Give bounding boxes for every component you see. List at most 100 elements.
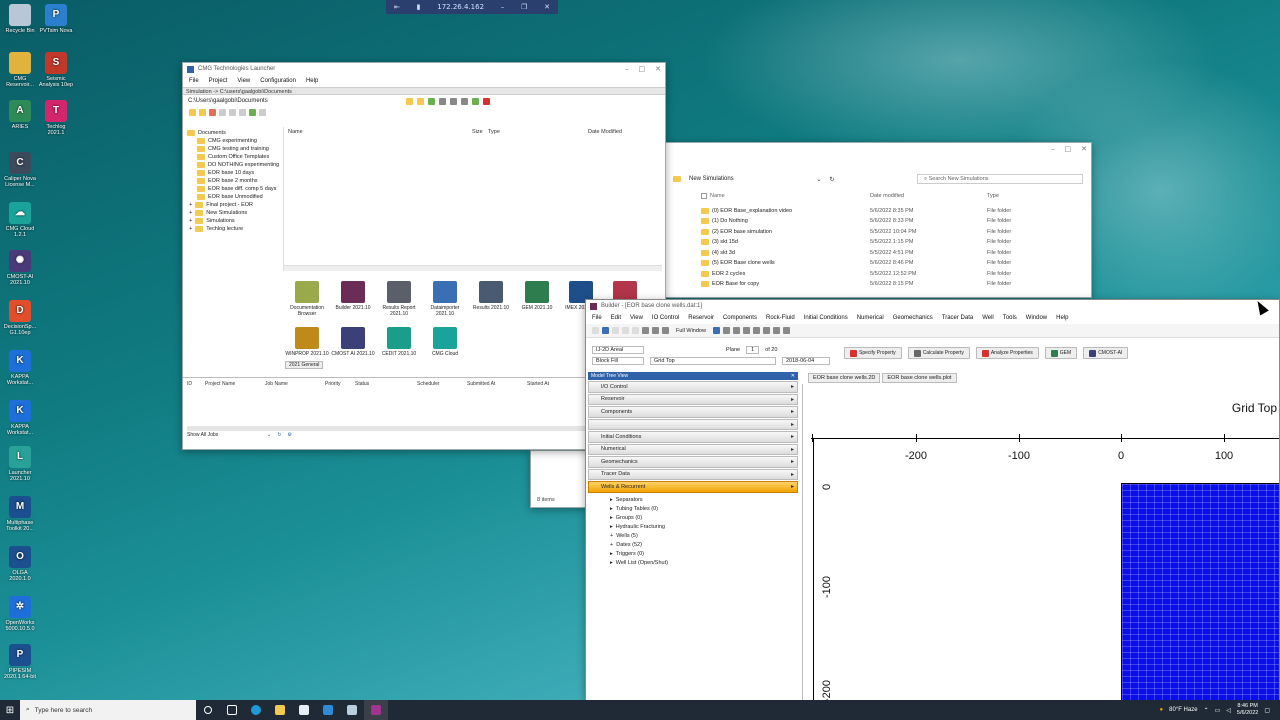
desktop-icon[interactable]: D DecisionSp... G1.10ep bbox=[2, 300, 38, 336]
header-date[interactable]: Date modified bbox=[870, 193, 987, 199]
menu-initial-conditions[interactable]: Initial Conditions bbox=[804, 315, 848, 321]
tree-item[interactable]: EOR base Unmodified bbox=[187, 193, 283, 201]
tree-item[interactable]: ▸ Well List (Open/Shut) bbox=[588, 559, 798, 568]
grid-icon[interactable] bbox=[712, 327, 720, 334]
task-view-button[interactable] bbox=[220, 700, 244, 720]
tree-item[interactable]: DO NOTHING experimenting bbox=[187, 161, 283, 169]
paste-icon[interactable] bbox=[632, 327, 639, 334]
tree-item[interactable]: EOR base 2 months bbox=[187, 177, 283, 185]
tree-item[interactable]: EOR base 10 days bbox=[187, 169, 283, 177]
view-mode-select[interactable]: IJ-2D Areal bbox=[592, 346, 644, 354]
zoom-in-icon[interactable] bbox=[722, 327, 730, 334]
window-controls[interactable]: – □ ✕ bbox=[1051, 145, 1087, 153]
desktop-icon[interactable]: S Seismic Analysis 10ep bbox=[38, 52, 74, 88]
close-icon[interactable]: ✕ bbox=[544, 3, 550, 11]
col-type[interactable]: Type bbox=[488, 129, 588, 135]
app-cmg-cloud[interactable]: CMG Cloud bbox=[423, 327, 467, 357]
search-input[interactable]: ⌕ Search New Simulations bbox=[917, 174, 1083, 184]
header-name[interactable]: Name bbox=[665, 193, 870, 200]
gem-button[interactable]: GEM bbox=[1044, 347, 1078, 359]
tree-item[interactable]: EOR base diff. comp 5 days bbox=[187, 185, 283, 193]
volume-icon[interactable]: ◁ bbox=[1226, 707, 1231, 714]
desktop-icon[interactable]: M Multiphase Toolkit 20... bbox=[2, 496, 38, 532]
menu-components[interactable]: Components bbox=[723, 315, 757, 321]
expand-icon[interactable]: + bbox=[189, 201, 192, 209]
app-documentation-browser[interactable]: Documentation Browser bbox=[285, 281, 329, 317]
desktop-icon[interactable]: L Launcher 2021.10 bbox=[2, 446, 38, 482]
builder-taskbar-button[interactable] bbox=[364, 700, 388, 720]
builder-window[interactable]: Builder - [EOR base clone wells.dat:1] F… bbox=[585, 299, 1280, 701]
new-folder-icon[interactable] bbox=[417, 97, 424, 105]
list-item[interactable]: (4) skt 3d 5/5/2022 4:51 PM File folder bbox=[665, 248, 1091, 259]
tree-item[interactable]: ▸ Triggers (0) bbox=[588, 550, 798, 559]
app-cmost-ai[interactable]: CMOST AI 2021.10 bbox=[331, 327, 375, 357]
menu-rock-fluid[interactable]: Rock-Fluid bbox=[766, 315, 795, 321]
col-submitted-at[interactable]: Submitted At bbox=[467, 381, 527, 387]
app-dataimporter[interactable]: Dataimporter 2021.10 bbox=[423, 281, 467, 317]
zoom-fit-icon[interactable] bbox=[742, 327, 750, 334]
launcher-titlebar[interactable]: CMG Technologies Launcher – □ ✕ bbox=[183, 63, 665, 75]
weather-text[interactable]: 80°F Haze bbox=[1169, 707, 1197, 713]
section-initial-conditions[interactable]: Initial Conditions bbox=[588, 431, 798, 443]
cmost-ai-button[interactable]: CMOST-AI bbox=[1083, 347, 1129, 359]
menu-geomechanics[interactable]: Geomechanics bbox=[893, 315, 933, 321]
tree-item[interactable]: Custom Office Templates bbox=[187, 153, 283, 161]
col-started-at[interactable]: Started At bbox=[527, 381, 549, 387]
menu-help[interactable]: Help bbox=[1056, 315, 1068, 321]
specify-property-button[interactable]: Specify Property bbox=[844, 347, 902, 359]
launcher-taskbar-button[interactable] bbox=[340, 700, 364, 720]
analyze-properties-button[interactable]: Analyze Properties bbox=[975, 347, 1039, 359]
select-all-checkbox[interactable] bbox=[701, 193, 707, 200]
mail-button[interactable] bbox=[316, 700, 340, 720]
menu-project[interactable]: Project bbox=[209, 78, 228, 84]
col-scheduler[interactable]: Scheduler bbox=[417, 381, 467, 387]
clock[interactable]: 8:46 PM 5/6/2022 bbox=[1237, 703, 1258, 717]
desktop-icon[interactable]: P PIPESIM 2020.1 64-bit bbox=[2, 644, 38, 680]
col-date[interactable]: Date Modified bbox=[588, 129, 622, 135]
maximize-icon[interactable]: □ bbox=[1065, 145, 1072, 153]
property-select[interactable]: Grid Top bbox=[650, 357, 776, 365]
expand-icon[interactable]: + bbox=[189, 225, 192, 233]
tree-item[interactable]: + Techlog lecture bbox=[187, 225, 283, 233]
app-results[interactable]: Results 2021.10 bbox=[469, 281, 513, 311]
background-window[interactable]: 8 items bbox=[530, 450, 588, 508]
edge-button[interactable] bbox=[244, 700, 268, 720]
open-folder-icon[interactable] bbox=[406, 97, 413, 105]
taskbar-search[interactable]: ⌕ Type here to search bbox=[20, 700, 196, 720]
col-priority[interactable]: Priority bbox=[325, 381, 355, 387]
desktop-icon[interactable]: C Caliper Nova License M... bbox=[2, 152, 38, 188]
new-file-icon[interactable] bbox=[592, 327, 599, 334]
col-id[interactable]: ID bbox=[187, 381, 205, 387]
store-button[interactable] bbox=[292, 700, 316, 720]
cut-icon[interactable] bbox=[612, 327, 619, 334]
app-gem[interactable]: GEM 2021.10 bbox=[515, 281, 559, 311]
copy-icon[interactable] bbox=[622, 327, 629, 334]
section-tracer-data[interactable]: Tracer Data bbox=[588, 468, 798, 480]
select-icon[interactable] bbox=[762, 327, 770, 334]
tree-item[interactable]: ▸ Tubing Tables (0) bbox=[588, 505, 798, 514]
folder-icon[interactable] bbox=[199, 109, 206, 116]
close-icon[interactable]: ✕ bbox=[791, 373, 795, 379]
settings-icon[interactable] bbox=[259, 109, 266, 116]
pan-icon[interactable] bbox=[662, 327, 669, 334]
well-icon[interactable] bbox=[782, 327, 790, 334]
folder-up-icon[interactable] bbox=[189, 109, 196, 116]
file-explorer-window[interactable]: – □ ✕ New Simulations ⌄ ↻ ⌕ Search New Sim… bbox=[664, 142, 1092, 298]
section-io-control[interactable]: I/O Control bbox=[588, 381, 798, 393]
tree-item[interactable]: ▸ Groups (0) bbox=[588, 514, 798, 523]
close-icon[interactable]: ✕ bbox=[655, 65, 661, 73]
tree-item[interactable]: ▸ Separators bbox=[588, 496, 798, 505]
tree-item[interactable]: + Wells (5) bbox=[588, 532, 798, 541]
menu-reservoir[interactable]: Reservoir bbox=[688, 315, 714, 321]
menu-file[interactable]: File bbox=[189, 78, 199, 84]
col-job-name[interactable]: Job Name bbox=[265, 381, 325, 387]
tab-2021-general[interactable]: 2021 General bbox=[285, 361, 324, 369]
list-item[interactable]: EOR Base for copy 5/6/2022 8:15 PM File fo… bbox=[665, 279, 1091, 290]
up-icon[interactable] bbox=[239, 109, 246, 116]
sort-icon[interactable] bbox=[439, 97, 446, 105]
tree-item[interactable]: + Simulations bbox=[187, 217, 283, 225]
refresh-icon[interactable]: ↻ bbox=[829, 176, 834, 183]
list-item[interactable]: (5) EOR Base clone wells 5/6/2022 8:46 PM… bbox=[665, 258, 1091, 269]
zoom-out-icon[interactable] bbox=[732, 327, 740, 334]
minimize-icon[interactable]: – bbox=[501, 3, 505, 11]
